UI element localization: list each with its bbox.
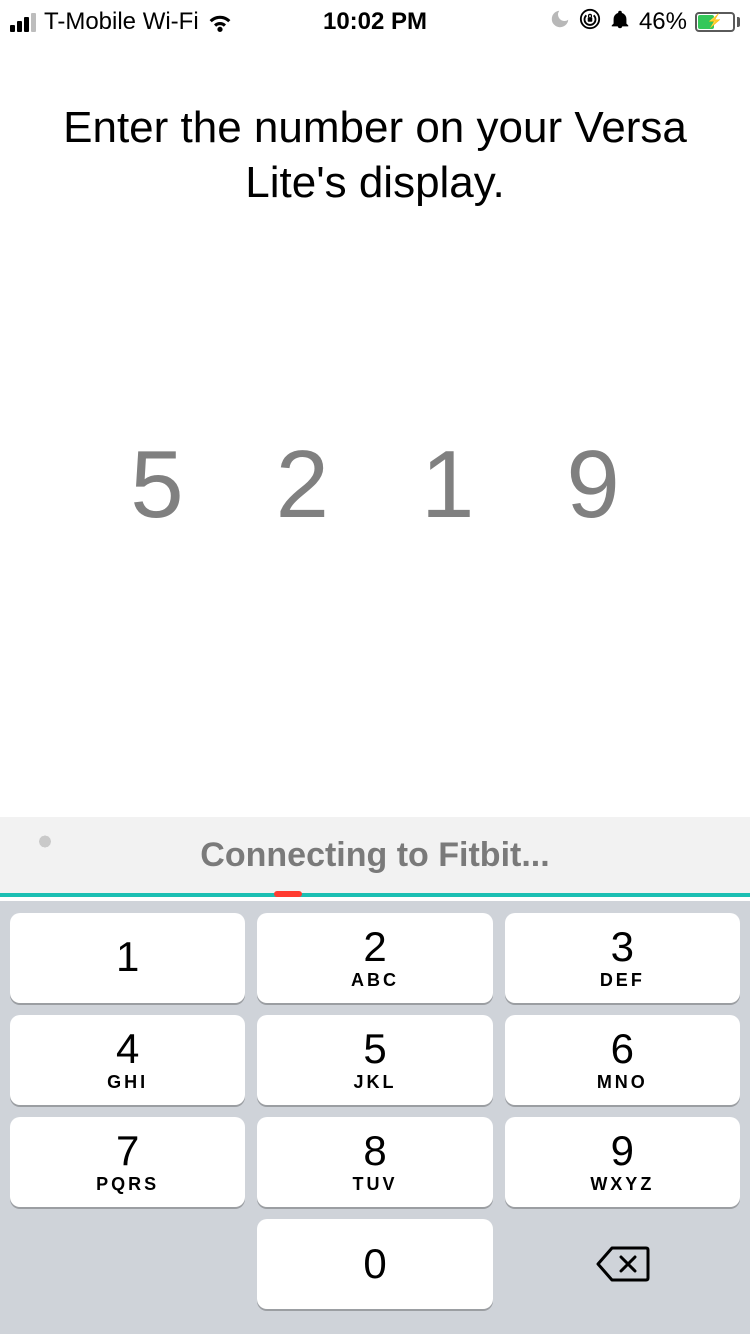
status-left: T-Mobile Wi-Fi xyxy=(10,8,233,36)
status-right: 46% ⚡ xyxy=(549,8,740,37)
keypad-key-num: 9 xyxy=(611,1130,634,1172)
keypad-key-4[interactable]: 4 GHI xyxy=(10,1015,245,1105)
backspace-button[interactable] xyxy=(505,1219,740,1309)
keypad-key-num: 7 xyxy=(116,1130,139,1172)
keypad-key-num: 1 xyxy=(116,936,139,978)
connection-status-bar: Connecting to Fitbit... xyxy=(0,817,750,897)
prompt-text: Enter the number on your Versa Lite's di… xyxy=(0,100,750,210)
battery-icon: ⚡ xyxy=(695,12,740,32)
connection-status-text: Connecting to Fitbit... xyxy=(0,836,750,875)
keypad-key-num: 2 xyxy=(363,926,386,968)
keypad-key-6[interactable]: 6 MNO xyxy=(505,1015,740,1105)
keypad-key-sub: GHI xyxy=(107,1072,148,1093)
backspace-icon xyxy=(594,1244,650,1284)
code-digit-3: 1 xyxy=(421,430,474,540)
keypad-key-sub: PQRS xyxy=(96,1174,159,1195)
keypad-key-num: 4 xyxy=(116,1028,139,1070)
keypad-key-5[interactable]: 5 JKL xyxy=(257,1015,492,1105)
keypad-key-sub: WXYZ xyxy=(590,1174,654,1195)
spinner-icon xyxy=(26,836,64,874)
keypad-key-3[interactable]: 3 DEF xyxy=(505,913,740,1003)
keypad-key-sub: ABC xyxy=(351,970,399,991)
code-digit-4: 9 xyxy=(566,430,619,540)
orientation-lock-icon xyxy=(579,8,601,37)
battery-pct-label: 46% xyxy=(639,8,687,36)
keypad-key-sub: TUV xyxy=(352,1174,397,1195)
keypad-key-7[interactable]: 7 PQRS xyxy=(10,1117,245,1207)
numeric-keypad: 1 2 ABC 3 DEF 4 GHI 5 JKL 6 MNO 7 PQRS xyxy=(0,901,750,1334)
main-content: Enter the number on your Versa Lite's di… xyxy=(0,44,750,540)
keypad-key-sub: JKL xyxy=(353,1072,396,1093)
code-digit-1: 5 xyxy=(130,430,183,540)
keypad-key-num: 8 xyxy=(363,1130,386,1172)
keypad-key-1[interactable]: 1 xyxy=(10,913,245,1003)
do-not-disturb-icon xyxy=(549,8,571,37)
keypad-key-num: 6 xyxy=(611,1028,634,1070)
progress-marker xyxy=(274,891,302,897)
keypad-key-num: 3 xyxy=(611,926,634,968)
keypad-key-num: 5 xyxy=(363,1028,386,1070)
keypad-spacer xyxy=(10,1219,245,1309)
keypad-key-8[interactable]: 8 TUV xyxy=(257,1117,492,1207)
keypad-key-sub: DEF xyxy=(600,970,645,991)
wifi-icon xyxy=(207,12,233,32)
status-bar: T-Mobile Wi-Fi 10:02 PM 46% ⚡ xyxy=(0,0,750,44)
keypad-key-num: 0 xyxy=(363,1243,386,1285)
keypad-key-9[interactable]: 9 WXYZ xyxy=(505,1117,740,1207)
code-digit-2: 2 xyxy=(276,430,329,540)
signal-bars-icon xyxy=(10,12,36,32)
keypad-key-0[interactable]: 0 xyxy=(257,1219,492,1309)
code-display: 5 2 1 9 xyxy=(0,430,750,540)
keypad-key-sub: MNO xyxy=(597,1072,648,1093)
carrier-label: T-Mobile Wi-Fi xyxy=(44,8,199,36)
keypad-key-2[interactable]: 2 ABC xyxy=(257,913,492,1003)
alarm-icon xyxy=(609,8,631,37)
